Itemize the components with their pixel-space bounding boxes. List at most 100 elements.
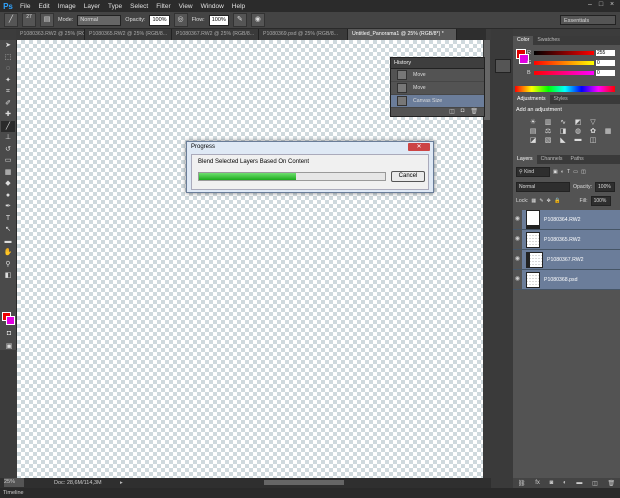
type-tool-icon[interactable]: T bbox=[1, 213, 15, 225]
blend-mode-select[interactable]: Normal bbox=[516, 182, 570, 192]
type-filter-icon[interactable]: T bbox=[567, 169, 570, 175]
lock-transparency-icon[interactable]: ▦ bbox=[531, 198, 536, 204]
new-adjustment-icon[interactable]: ◐ bbox=[563, 480, 567, 486]
exposure-icon[interactable]: ◩ bbox=[572, 118, 584, 126]
background-color-swatch[interactable] bbox=[6, 316, 15, 325]
zoom-level[interactable]: 25% bbox=[4, 478, 24, 487]
selective-color-icon[interactable]: ◫ bbox=[587, 136, 599, 144]
layer-name[interactable]: P1080365.RW2 bbox=[544, 237, 581, 243]
shape-tool-icon[interactable]: ▬ bbox=[1, 236, 15, 248]
horizontal-scroll-thumb[interactable] bbox=[264, 480, 344, 485]
menu-help[interactable]: Help bbox=[228, 3, 249, 10]
flow-field[interactable]: 100% bbox=[208, 14, 229, 26]
color-lookup-icon[interactable]: ▦ bbox=[602, 127, 614, 135]
history-item[interactable]: Move bbox=[391, 82, 484, 95]
tab-doc-3[interactable]: P1080367.RW2 @ 25% (RGB/8... bbox=[172, 29, 259, 40]
tab-doc-2[interactable]: P1080365.RW2 @ 25% (RGB/8... bbox=[85, 29, 172, 40]
gradient-map-icon[interactable]: ▬ bbox=[572, 136, 584, 144]
menu-view[interactable]: View bbox=[175, 3, 197, 10]
tab-swatches[interactable]: Swatches bbox=[533, 36, 564, 45]
color-balance-icon[interactable]: ⚖ bbox=[542, 127, 554, 135]
invert-icon[interactable]: ◪ bbox=[527, 136, 539, 144]
levels-icon[interactable]: ▥ bbox=[542, 118, 554, 126]
threshold-icon[interactable]: ◣ bbox=[557, 136, 569, 144]
photo-filter-icon[interactable]: ◍ bbox=[572, 127, 584, 135]
status-menu-arrow-icon[interactable]: ▸ bbox=[120, 478, 123, 488]
menu-layer[interactable]: Layer bbox=[80, 3, 104, 10]
vibrance-icon[interactable]: ▽ bbox=[587, 118, 599, 126]
red-slider-bar[interactable] bbox=[534, 51, 594, 55]
history-item[interactable]: Move bbox=[391, 69, 484, 82]
green-slider[interactable]: G 0 bbox=[527, 59, 617, 67]
history-item-selected[interactable]: Canvas Size bbox=[391, 95, 484, 108]
eyedropper-tool-icon[interactable]: ✐ bbox=[1, 98, 15, 110]
menu-edit[interactable]: Edit bbox=[34, 3, 53, 10]
color-spectrum-bar[interactable] bbox=[515, 86, 615, 92]
close-icon[interactable]: × bbox=[608, 1, 616, 9]
menu-filter[interactable]: Filter bbox=[152, 3, 174, 10]
adjustment-filter-icon[interactable]: ◐ bbox=[561, 169, 564, 175]
lock-all-icon[interactable]: 🔒 bbox=[554, 198, 560, 204]
screen-mode-icon[interactable]: ▣ bbox=[2, 341, 16, 353]
history-brush-tool-icon[interactable]: ↺ bbox=[1, 144, 15, 156]
posterize-icon[interactable]: ▧ bbox=[542, 136, 554, 144]
shape-filter-icon[interactable]: ▭ bbox=[573, 169, 578, 175]
menu-window[interactable]: Window bbox=[197, 3, 228, 10]
visibility-eye-icon[interactable]: ◉ bbox=[513, 210, 522, 229]
tab-layers[interactable]: Layers bbox=[513, 155, 537, 164]
lasso-tool-icon[interactable]: ◌ bbox=[1, 63, 15, 75]
link-layers-icon[interactable]: ⛓ bbox=[518, 480, 526, 487]
brightness-icon[interactable]: ☀ bbox=[527, 118, 539, 126]
menu-file[interactable]: File bbox=[16, 3, 34, 10]
camera-icon[interactable]: ◘ bbox=[461, 108, 465, 116]
marquee-tool-icon[interactable]: ⬚ bbox=[1, 52, 15, 64]
minimize-icon[interactable]: – bbox=[586, 1, 594, 9]
opacity-field[interactable]: 100% bbox=[149, 14, 170, 26]
mode-select[interactable]: Normal bbox=[77, 14, 122, 26]
quick-mask-icon[interactable]: ◘ bbox=[2, 328, 16, 340]
history-panel-icon[interactable] bbox=[495, 59, 511, 73]
quick-select-tool-icon[interactable]: ✦ bbox=[1, 75, 15, 87]
pen-tool-icon[interactable]: ✒ bbox=[1, 201, 15, 213]
cancel-button[interactable]: Cancel bbox=[391, 171, 425, 182]
red-slider[interactable]: R 255 bbox=[527, 49, 617, 57]
fill-field[interactable]: 100% bbox=[590, 196, 611, 206]
move-tool-icon[interactable]: ➤ bbox=[1, 40, 15, 52]
menu-image[interactable]: Image bbox=[54, 3, 80, 10]
blur-tool-icon[interactable]: ◆ bbox=[1, 178, 15, 190]
path-select-tool-icon[interactable]: ↖ bbox=[1, 224, 15, 236]
trash-icon[interactable]: 🗑 bbox=[470, 108, 478, 116]
green-value[interactable]: 0 bbox=[596, 60, 615, 66]
tab-doc-4[interactable]: P1080369.psd @ 25% (RGB/8... bbox=[259, 29, 348, 40]
layer-row[interactable]: ◉ P1080365.RW2 bbox=[513, 230, 620, 250]
layer-row[interactable]: ◉ P1080368.psd bbox=[513, 270, 620, 290]
layer-style-icon[interactable]: fx bbox=[535, 480, 540, 486]
lock-position-icon[interactable]: ✥ bbox=[547, 198, 551, 204]
clone-stamp-tool-icon[interactable]: ⊥ bbox=[1, 132, 15, 144]
healing-tool-icon[interactable]: ✚ bbox=[1, 109, 15, 121]
black-white-icon[interactable]: ◨ bbox=[557, 127, 569, 135]
crop-tool-icon[interactable]: ⌗ bbox=[1, 86, 15, 98]
layer-name[interactable]: P1080364.RW2 bbox=[544, 217, 581, 223]
green-slider-bar[interactable] bbox=[534, 61, 594, 65]
workspace-select[interactable]: Essentials bbox=[560, 15, 616, 25]
hue-saturation-icon[interactable]: ▤ bbox=[527, 127, 539, 135]
trash-icon[interactable]: 🗑 bbox=[607, 480, 615, 487]
pressure-size-icon[interactable]: ◉ bbox=[250, 13, 265, 27]
brush-tool-icon[interactable]: ╱ bbox=[1, 120, 15, 132]
channel-mixer-icon[interactable]: ✿ bbox=[587, 127, 599, 135]
curves-icon[interactable]: ∿ bbox=[557, 118, 569, 126]
menu-select[interactable]: Select bbox=[126, 3, 152, 10]
gradient-tool-icon[interactable]: ▦ bbox=[1, 167, 15, 179]
new-layer-icon[interactable]: ◫ bbox=[592, 480, 598, 487]
layer-row[interactable]: ◉ P1080367.RW2 bbox=[513, 250, 620, 270]
blue-value[interactable]: 0 bbox=[596, 70, 615, 76]
tab-adjustments[interactable]: Adjustments bbox=[513, 95, 550, 104]
airbrush-icon[interactable]: ✎ bbox=[232, 13, 247, 27]
zoom-tool-icon[interactable]: ⚲ bbox=[1, 259, 15, 271]
lock-pixels-icon[interactable]: ✎ bbox=[539, 198, 543, 204]
maximize-icon[interactable]: □ bbox=[597, 1, 605, 9]
add-mask-icon[interactable]: ◙ bbox=[550, 480, 554, 486]
tab-paths[interactable]: Paths bbox=[567, 155, 588, 164]
dodge-tool-icon[interactable]: ● bbox=[1, 190, 15, 202]
